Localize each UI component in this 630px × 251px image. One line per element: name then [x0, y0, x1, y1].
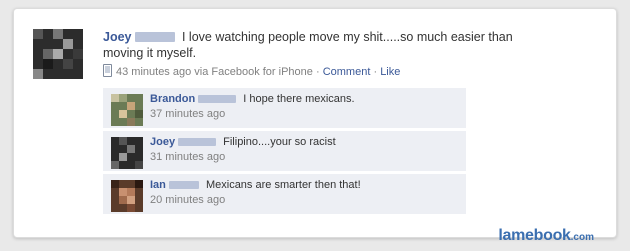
- story-content: Joey I love watching people move my shit…: [103, 29, 533, 79]
- comment-body: Brandon I hope there mexicans. 37 minute…: [150, 93, 460, 120]
- like-link[interactable]: Like: [380, 66, 400, 78]
- comment-text: Filipino....your so racist: [223, 136, 336, 148]
- comment-list: Brandon I hope there mexicans. 37 minute…: [103, 88, 466, 217]
- redacted-surname: [168, 181, 199, 189]
- comment-author-link[interactable]: Ian: [150, 179, 166, 191]
- story-author-link[interactable]: Joey: [103, 30, 132, 44]
- comment-item: Brandon I hope there mexicans. 37 minute…: [103, 88, 466, 129]
- redacted-surname: [134, 32, 175, 42]
- redacted-surname: [198, 95, 237, 103]
- comment-avatar[interactable]: [111, 137, 143, 169]
- comment-body: Ian Mexicans are smarter then that! 20 m…: [150, 179, 460, 206]
- pixelated-profile-picture: [111, 137, 143, 169]
- comment-text: Mexicans are smarter then that!: [205, 179, 361, 191]
- separator: ·: [373, 66, 378, 78]
- mobile-phone-icon: [103, 64, 112, 77]
- comment-item: Ian Mexicans are smarter then that! 20 m…: [103, 174, 466, 215]
- comment-timestamp[interactable]: 31 minutes ago: [150, 151, 460, 163]
- comment-author-link[interactable]: Joey: [150, 136, 175, 148]
- watermark-tld: .com: [570, 232, 594, 243]
- lamebook-watermark: lamebook.com: [498, 227, 594, 245]
- comment-avatar[interactable]: [111, 94, 143, 126]
- comment-item: Joey Filipino....your so racist 31 minut…: [103, 131, 466, 172]
- pixelated-profile-picture: [111, 94, 143, 126]
- comment-timestamp[interactable]: 37 minutes ago: [150, 108, 460, 120]
- story-message: Joey I love watching people move my shit…: [103, 29, 533, 61]
- story-meta: 43 minutes ago via Facebook for iPhone ·…: [103, 64, 533, 79]
- separator: ·: [315, 66, 320, 78]
- redacted-surname: [178, 138, 217, 146]
- comment-author-link[interactable]: Brandon: [150, 93, 195, 105]
- pixelated-profile-picture: [33, 29, 83, 79]
- comment-link[interactable]: Comment: [323, 66, 371, 78]
- watermark-brand: lamebook: [498, 227, 571, 244]
- feed-story-card: Joey I love watching people move my shit…: [13, 8, 617, 244]
- comment-avatar[interactable]: [111, 180, 143, 212]
- pixelated-profile-picture: [111, 180, 143, 212]
- comment-body: Joey Filipino....your so racist 31 minut…: [150, 136, 460, 163]
- comment-text: I hope there mexicans.: [243, 93, 355, 105]
- story-timestamp[interactable]: 43 minutes ago via Facebook for iPhone: [116, 66, 313, 78]
- comment-timestamp[interactable]: 20 minutes ago: [150, 194, 460, 206]
- avatar[interactable]: [33, 29, 83, 79]
